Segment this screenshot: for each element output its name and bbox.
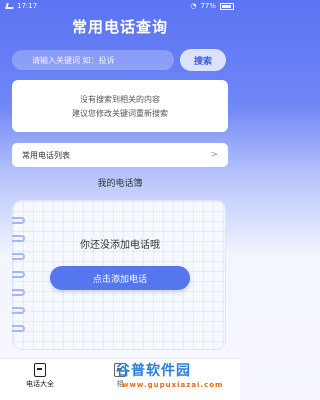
empty-result-line1: 没有搜索到相关的内容 xyxy=(80,94,160,104)
search-button[interactable]: 搜索 xyxy=(180,49,226,71)
phone-book-icon xyxy=(34,363,46,377)
phonebook-title: 我的电话簿 xyxy=(97,179,143,189)
battery-percent: 77% xyxy=(200,2,216,10)
ring-icon xyxy=(12,217,25,224)
chevron-right-icon: > xyxy=(210,150,218,160)
empty-result-card: 没有搜索到相关的内容 建议您修改关键词重新搜索 xyxy=(12,80,228,132)
watermark-logo: 谷普软件园 www.gupuxiazai.com xyxy=(116,360,236,392)
tab-label: 电话大全 xyxy=(26,380,54,388)
status-bar: 17:17 ◔ 77% xyxy=(0,0,240,14)
common-phone-list-item[interactable]: 常用电话列表 > xyxy=(12,143,228,167)
wifi-icon: ◔ xyxy=(190,2,197,10)
ring-icon xyxy=(12,253,25,260)
add-phone-button[interactable]: 点击添加电话 xyxy=(50,266,190,290)
watermark-url: www.gupuxiazai.com xyxy=(122,381,224,389)
signal-icon xyxy=(5,3,15,9)
common-phone-list-label: 常用电话列表 xyxy=(22,150,70,160)
phonebook-empty-text: 你还没添加电话哦 xyxy=(80,240,160,251)
tab-phone-directory[interactable]: 电话大全 xyxy=(10,363,70,389)
page-title: 常用电话查询 xyxy=(71,18,168,36)
search-input[interactable] xyxy=(12,50,174,70)
status-time: 17:17 xyxy=(17,2,38,10)
watermark-main: 谷普软件园 xyxy=(116,363,191,379)
ring-icon xyxy=(12,271,25,278)
ring-icon xyxy=(12,289,25,296)
ring-icon xyxy=(12,325,25,332)
empty-result-line2: 建议您修改关键词重新搜索 xyxy=(72,108,168,118)
ring-icon xyxy=(12,307,25,314)
battery-icon xyxy=(220,2,234,10)
